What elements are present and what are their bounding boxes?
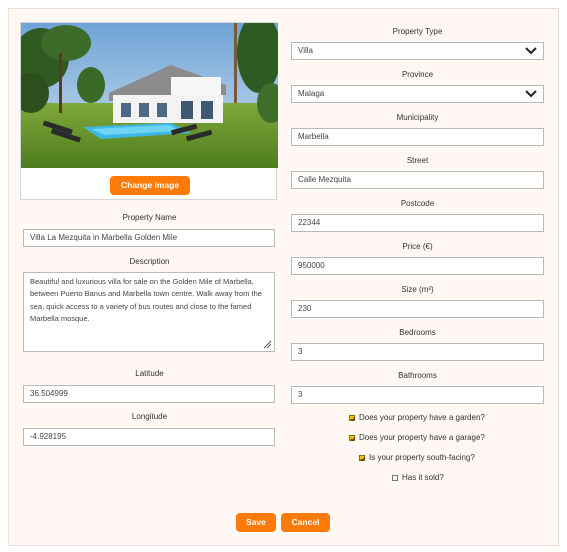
check-icon	[360, 457, 366, 462]
bathrooms-input[interactable]: 3	[291, 386, 544, 404]
property-name-input[interactable]: Villa La Mezquita in Marbella Golden Mil…	[23, 229, 275, 247]
postcode-input[interactable]: 22344	[291, 214, 544, 232]
garden-checkbox[interactable]	[349, 415, 356, 422]
description-textarea[interactable]: Beautiful and luxurious villa for sale o…	[23, 272, 275, 352]
chevron-down-icon	[525, 90, 537, 98]
property-type-label: Property Type	[392, 27, 443, 36]
street-input[interactable]: Calle Mezquita	[291, 171, 544, 189]
sold-checkbox-label: Has it sold?	[402, 473, 444, 482]
garage-checkbox-row[interactable]: Does your property have a garage?	[349, 432, 485, 444]
south-facing-checkbox[interactable]	[359, 455, 366, 462]
province-label: Province	[401, 70, 434, 79]
municipality-label: Municipality	[396, 113, 439, 122]
postcode-label: Postcode	[400, 199, 435, 208]
south-facing-checkbox-row[interactable]: Is your property south-facing?	[359, 452, 475, 464]
size-input[interactable]: 230	[291, 300, 544, 318]
description-text: Beautiful and luxurious villa for sale o…	[30, 277, 262, 324]
street-label: Street	[406, 156, 429, 165]
bedrooms-input[interactable]: 3	[291, 343, 544, 361]
property-photo	[21, 23, 278, 168]
garage-checkbox-label: Does your property have a garage?	[359, 433, 485, 442]
change-image-button[interactable]: Change image	[110, 176, 190, 195]
longitude-label: Longitude	[131, 412, 168, 421]
price-input[interactable]: 950000	[291, 257, 544, 275]
municipality-input[interactable]: Marbella	[291, 128, 544, 146]
price-label: Price (€)	[402, 242, 433, 251]
south-facing-checkbox-label: Is your property south-facing?	[369, 453, 475, 462]
sold-checkbox-row[interactable]: Has it sold?	[392, 472, 444, 484]
property-type-select[interactable]: Villa	[291, 42, 544, 60]
property-photo-card: Change image	[20, 22, 278, 200]
cancel-button[interactable]: Cancel	[281, 513, 330, 532]
property-type-value: Villa	[298, 46, 313, 55]
longitude-input[interactable]: -4.928195	[23, 428, 275, 446]
chevron-down-icon	[525, 47, 537, 55]
province-value: Malaga	[298, 89, 325, 98]
bedrooms-label: Bedrooms	[399, 328, 436, 337]
garden-checkbox-label: Does your property have a garden?	[359, 413, 485, 422]
bathrooms-label: Bathrooms	[398, 371, 437, 380]
size-label: Size (m²)	[401, 285, 434, 294]
property-name-label: Property Name	[122, 213, 177, 222]
latitude-label: Latitude	[135, 369, 164, 378]
garden-checkbox-row[interactable]: Does your property have a garden?	[349, 412, 485, 424]
sold-checkbox[interactable]	[392, 475, 398, 481]
latitude-input[interactable]: 36.504999	[23, 385, 275, 403]
province-select[interactable]: Malaga	[291, 85, 544, 103]
check-icon	[350, 417, 356, 422]
garage-checkbox[interactable]	[349, 435, 356, 442]
save-button[interactable]: Save	[236, 513, 276, 532]
check-icon	[350, 437, 356, 442]
description-label: Description	[129, 257, 170, 266]
resize-handle-icon[interactable]	[262, 339, 272, 349]
